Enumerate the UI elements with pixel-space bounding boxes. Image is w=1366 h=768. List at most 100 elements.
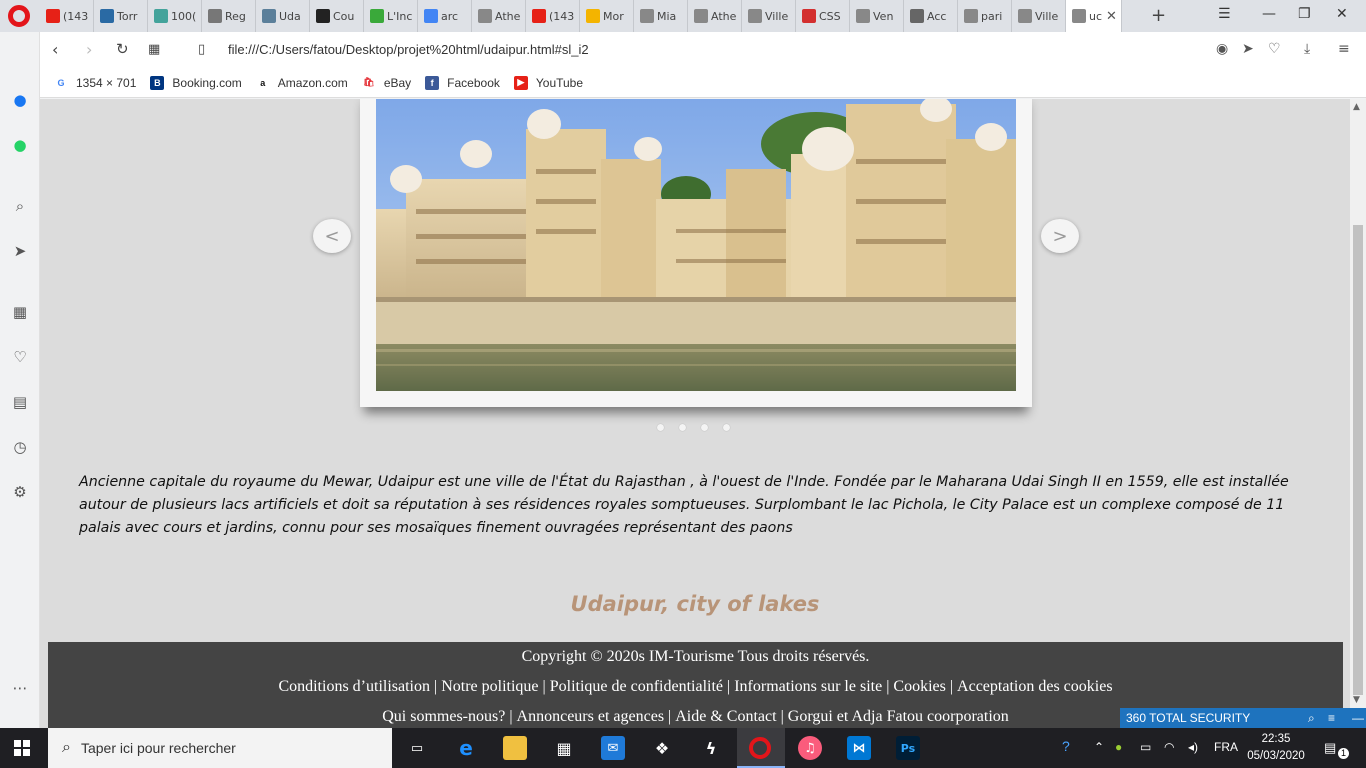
browser-tab-active[interactable]: uc ✕: [1066, 0, 1122, 32]
notification-icon[interactable]: ▤: [1324, 740, 1336, 756]
download-icon[interactable]: ⤓: [1304, 41, 1310, 57]
browser-tab[interactable]: (143: [40, 0, 94, 32]
whatsapp-icon[interactable]: ●: [10, 135, 30, 155]
footer-link[interactable]: Annonceurs et agences: [517, 708, 665, 725]
footer-link[interactable]: Acceptation des cookies: [957, 678, 1113, 695]
send-icon[interactable]: ➤: [1242, 41, 1254, 57]
slider-dot[interactable]: [679, 424, 686, 431]
speed-dial-icon[interactable]: ▦: [10, 302, 30, 322]
close-window-button[interactable]: ✕: [1336, 6, 1348, 22]
browser-tab[interactable]: Torr: [94, 0, 148, 32]
menu-icon[interactable]: ≡: [1328, 708, 1335, 728]
browser-tab[interactable]: L'Inc: [364, 0, 418, 32]
bookmark-item[interactable]: ▶ YouTube: [513, 75, 583, 90]
search-icon[interactable]: ⌕: [10, 196, 30, 216]
url-field[interactable]: file:///C:/Users/fatou/Desktop/projet%20…: [228, 42, 589, 57]
scroll-up-icon[interactable]: ▲: [1353, 102, 1360, 112]
history-icon[interactable]: ◷: [10, 437, 30, 457]
slider-dot[interactable]: [657, 424, 664, 431]
dropbox-icon[interactable]: ❖: [650, 736, 674, 760]
messenger-icon[interactable]: ●: [10, 90, 30, 110]
browser-tab[interactable]: CSS: [796, 0, 850, 32]
wifi-icon[interactable]: ◠: [1164, 740, 1174, 754]
battery-icon[interactable]: ▭: [1140, 740, 1151, 754]
browser-tab[interactable]: Cou: [310, 0, 364, 32]
browser-tab[interactable]: pari: [958, 0, 1012, 32]
bookmark-item[interactable]: G 1354 × 701: [54, 75, 136, 90]
edge-icon[interactable]: e: [454, 736, 478, 760]
bookmark-item[interactable]: B Booking.com: [150, 75, 242, 90]
more-icon[interactable]: ⋯: [10, 678, 30, 698]
app-icon[interactable]: ϟ: [699, 736, 723, 760]
scrollbar-thumb[interactable]: [1353, 225, 1363, 695]
easy-setup-icon[interactable]: ≡: [1338, 41, 1350, 57]
store-icon[interactable]: ▦: [552, 736, 576, 760]
footer-link[interactable]: Gorgui et Adja Fatou coorporation: [788, 708, 1009, 725]
scroll-down-icon[interactable]: ▼: [1353, 695, 1360, 705]
heart-icon[interactable]: ♡: [10, 347, 30, 367]
opera-logo-icon[interactable]: [8, 5, 30, 27]
close-tab-icon[interactable]: ✕: [1106, 9, 1117, 24]
footer-link[interactable]: Politique de confidentialité: [550, 678, 723, 695]
browser-tab[interactable]: 100(: [148, 0, 202, 32]
minimize-icon[interactable]: —: [1352, 708, 1364, 728]
browser-tab[interactable]: (143: [526, 0, 580, 32]
slider-dot[interactable]: [701, 424, 708, 431]
tray-chevron-icon[interactable]: ⌃: [1094, 740, 1104, 754]
photoshop-icon[interactable]: Ps: [896, 736, 920, 760]
browser-tab[interactable]: Ville: [1012, 0, 1066, 32]
page-scrollbar[interactable]: ▲ ▼: [1350, 99, 1366, 728]
footer-link[interactable]: Notre politique: [441, 678, 538, 695]
tab-menu-icon[interactable]: ☰: [1218, 6, 1231, 22]
footer-link[interactable]: Informations sur le site: [734, 678, 882, 695]
itunes-icon[interactable]: ♫: [798, 736, 822, 760]
minimize-button[interactable]: —: [1262, 6, 1276, 22]
volume-icon[interactable]: ◂): [1188, 740, 1198, 754]
maximize-button[interactable]: ❐: [1298, 6, 1311, 22]
help-icon[interactable]: ?: [1062, 738, 1070, 754]
search-icon[interactable]: ⌕: [1308, 708, 1315, 728]
footer-link[interactable]: Conditions d’utilisation: [278, 678, 430, 695]
browser-tab[interactable]: arc: [418, 0, 472, 32]
send-icon[interactable]: ➤: [10, 241, 30, 261]
bookmark-heart-icon[interactable]: ♡: [1268, 41, 1281, 57]
browser-tab[interactable]: Athe: [472, 0, 526, 32]
slider-dot[interactable]: [723, 424, 730, 431]
browser-tab[interactable]: Mor: [580, 0, 634, 32]
browser-tab[interactable]: Acc: [904, 0, 958, 32]
page-info-icon[interactable]: ▯: [198, 42, 205, 57]
news-icon[interactable]: ▤: [10, 392, 30, 412]
mail-icon[interactable]: ✉: [601, 736, 625, 760]
security-widget[interactable]: 360 TOTAL SECURITY ⌕ ≡ —: [1120, 708, 1366, 728]
settings-gear-icon[interactable]: ⚙: [10, 482, 30, 502]
task-view-icon[interactable]: ▭: [405, 736, 429, 760]
vscode-icon[interactable]: ⋈: [847, 736, 871, 760]
security-tray-icon[interactable]: ●: [1115, 740, 1122, 754]
language-indicator[interactable]: FRA: [1214, 740, 1238, 754]
footer-link[interactable]: Qui sommes-nous?: [382, 708, 505, 725]
back-button[interactable]: ‹: [52, 40, 58, 59]
browser-tab[interactable]: Ven: [850, 0, 904, 32]
forward-button[interactable]: ›: [86, 40, 92, 59]
snapshot-icon[interactable]: ◉: [1216, 41, 1228, 57]
browser-tab[interactable]: Ville: [742, 0, 796, 32]
clock[interactable]: 22:35 05/03/2020: [1246, 731, 1306, 765]
browser-tab[interactable]: Mia: [634, 0, 688, 32]
footer-link[interactable]: Aide & Contact: [675, 708, 776, 725]
bookmark-item[interactable]: 🛍 eBay: [361, 75, 411, 90]
bookmark-item[interactable]: a Amazon.com: [255, 75, 348, 90]
new-tab-button[interactable]: +: [1151, 5, 1166, 26]
bookmark-item[interactable]: f Facebook: [425, 75, 500, 90]
footer-link[interactable]: Cookies: [893, 678, 945, 695]
browser-tab[interactable]: Athe: [688, 0, 742, 32]
speed-dial-icon[interactable]: ▦: [148, 42, 160, 57]
slider-next-button[interactable]: >: [1041, 219, 1079, 253]
taskbar-search[interactable]: ⌕ Taper ici pour rechercher: [48, 728, 392, 768]
browser-tab[interactable]: Reg: [202, 0, 256, 32]
opera-icon[interactable]: [749, 737, 771, 759]
slider-prev-button[interactable]: <: [313, 219, 351, 253]
file-explorer-icon[interactable]: [503, 736, 527, 760]
browser-tab[interactable]: Uda: [256, 0, 310, 32]
reload-button[interactable]: ↻: [116, 40, 129, 58]
windows-start-icon[interactable]: [14, 740, 30, 756]
